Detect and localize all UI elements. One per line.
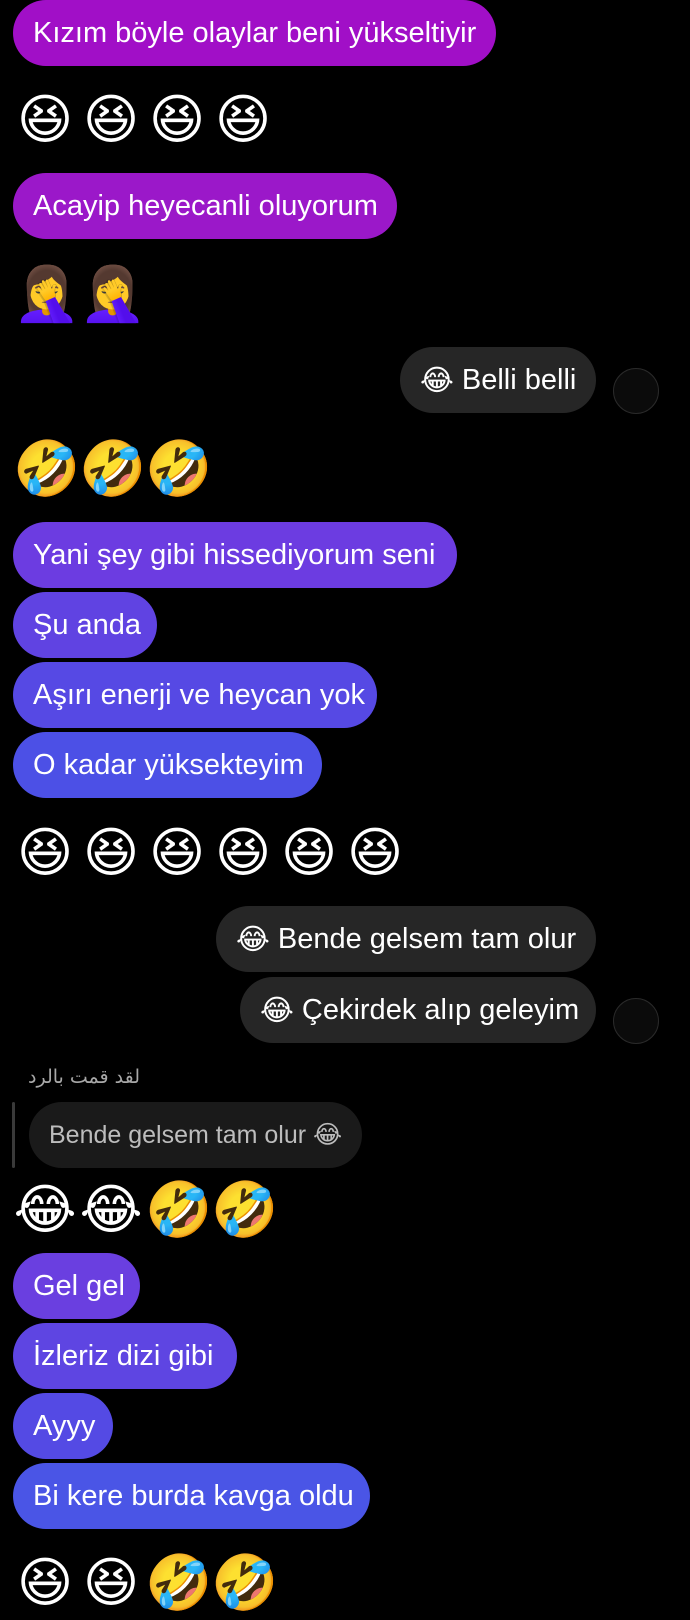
rolling-laughing-icon: 🤣 <box>145 1178 213 1241</box>
message-text: Çekirdek alıp geleyim <box>301 993 580 1026</box>
message-bubble[interactable]: Aşırı enerji ve heycan yok <box>13 662 377 728</box>
grinning-squinting-icon: 😆 <box>16 821 74 884</box>
message-bubble[interactable]: Acayip heyecanli oluyorum <box>13 173 397 239</box>
message-bubble-outgoing[interactable]: 😂 Bende gelsem tam olur <box>216 906 596 972</box>
tears-of-joy-icon: 😂 <box>236 922 270 956</box>
grinning-squinting-icon: 😆 <box>280 821 338 884</box>
message-bubble-outgoing[interactable]: 😂 Belli belli <box>400 347 596 413</box>
rolling-laughing-icon: 🤣 <box>145 1551 213 1614</box>
grinning-squinting-icon: 😆 <box>214 88 272 151</box>
reply-divider <box>12 1102 15 1168</box>
grinning-squinting-icon: 😆 <box>82 88 140 151</box>
message-bubble[interactable]: Kızım böyle olaylar beni yükseltiyir <box>13 0 496 66</box>
tears-of-joy-icon: 😂 <box>420 363 454 397</box>
message-text: İzleriz dizi gibi <box>33 1339 214 1372</box>
grinning-squinting-icon: 😆 <box>82 821 140 884</box>
rolling-laughing-icon: 🤣 <box>79 437 147 500</box>
rolling-laughing-icon: 🤣 <box>13 437 81 500</box>
message-bubble[interactable]: Gel gel <box>13 1253 140 1319</box>
message-bubble[interactable]: Bi kere burda kavga oldu <box>13 1463 370 1529</box>
message-text: Gel gel <box>33 1269 125 1302</box>
grinning-squinting-icon: 😆 <box>82 1551 140 1614</box>
facepalm-icon: 🤦‍♀️ <box>13 262 81 325</box>
tears-of-joy-icon: 😂 <box>260 993 294 1027</box>
message-text: Yani şey gibi hissediyorum seni <box>33 538 436 571</box>
message-bubble[interactable]: O kadar yüksekteyim <box>13 732 322 798</box>
grinning-squinting-icon: 😆 <box>148 821 206 884</box>
message-bubble-outgoing[interactable]: 😂 Çekirdek alıp geleyim <box>240 977 596 1043</box>
grinning-squinting-icon: 😆 <box>346 821 404 884</box>
message-text: Aşırı enerji ve heycan yok <box>33 678 366 711</box>
grinning-squinting-icon: 😆 <box>16 1551 74 1614</box>
message-text: Acayip heyecanli oluyorum <box>33 189 378 222</box>
reply-label: لقد قمت بالرد <box>28 1066 140 1088</box>
message-bubble[interactable]: Şu anda <box>13 592 157 658</box>
message-bubble[interactable]: Ayyy <box>13 1393 113 1459</box>
emoji-message[interactable]: 😆 😆 😆 😆 😆 😆 <box>13 820 407 886</box>
avatar[interactable] <box>613 998 659 1044</box>
rolling-laughing-icon: 🤣 <box>145 437 213 500</box>
tears-of-joy-icon: 😂 <box>13 1178 77 1241</box>
emoji-message[interactable]: 😆 😆 😆 😆 <box>13 87 275 153</box>
facepalm-icon: 🤦‍♀️ <box>79 262 147 325</box>
avatar[interactable] <box>613 368 659 414</box>
emoji-message[interactable]: 🤦‍♀️ 🤦‍♀️ <box>13 261 147 327</box>
message-text: Şu anda <box>33 608 142 641</box>
rolling-laughing-icon: 🤣 <box>211 1551 279 1614</box>
message-bubble[interactable]: Yani şey gibi hissediyorum seni <box>13 522 457 588</box>
grinning-squinting-icon: 😆 <box>148 88 206 151</box>
message-text: Bende gelsem tam olur <box>277 922 577 955</box>
emoji-message[interactable]: 😂 😂 🤣 🤣 <box>13 1177 279 1243</box>
message-text: O kadar yüksekteyim <box>33 748 304 781</box>
quoted-message[interactable]: Bende gelsem tam olur 😂 <box>29 1102 363 1168</box>
message-text: Kızım böyle olaylar beni yükseltiyir <box>33 16 477 49</box>
tears-of-joy-icon: 😂 <box>79 1178 143 1241</box>
grinning-squinting-icon: 😆 <box>16 88 74 151</box>
message-text: Bi kere burda kavga oldu <box>33 1479 354 1512</box>
message-text: Ayyy <box>33 1409 96 1442</box>
message-bubble[interactable]: İzleriz dizi gibi <box>13 1323 237 1389</box>
message-text: Belli belli <box>461 363 577 396</box>
emoji-message[interactable]: 🤣 🤣 🤣 <box>13 436 213 502</box>
rolling-laughing-icon: 🤣 <box>211 1178 279 1241</box>
emoji-message[interactable]: 😆 😆 🤣 🤣 <box>13 1550 279 1616</box>
grinning-squinting-icon: 😆 <box>214 821 272 884</box>
